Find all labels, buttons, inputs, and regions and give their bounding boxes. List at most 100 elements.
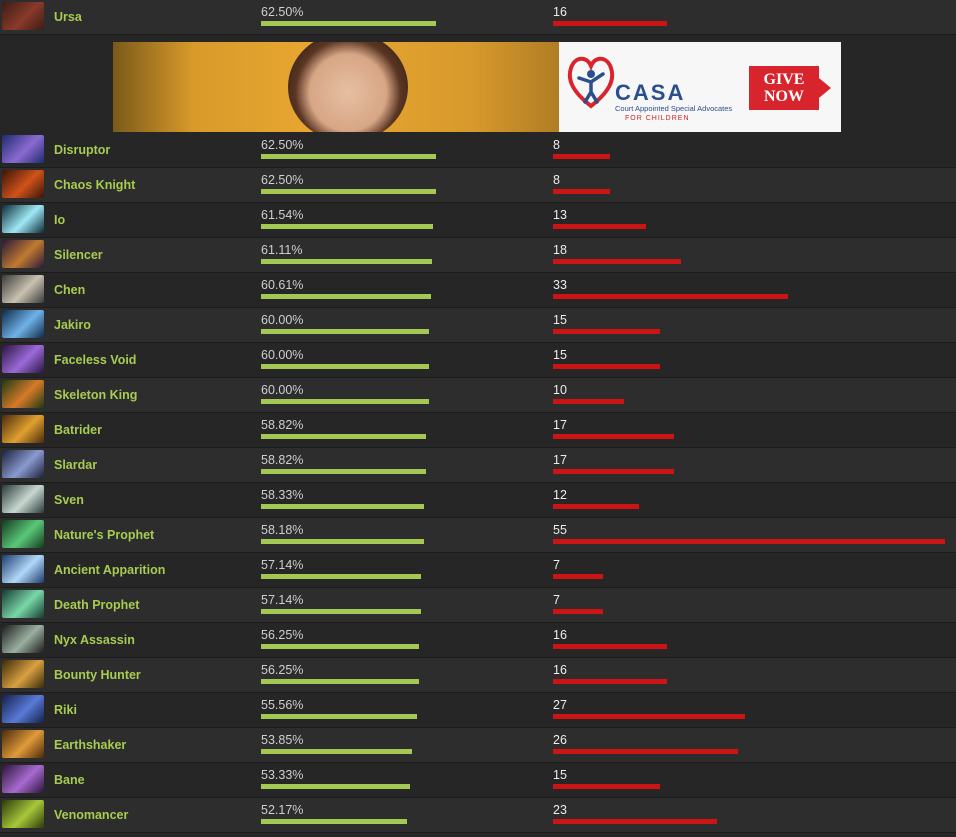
- matches-bar: [553, 609, 603, 614]
- matches-value: 7: [553, 593, 560, 607]
- win-rate-bar: [261, 294, 431, 299]
- hero-name-link[interactable]: Jakiro: [54, 308, 91, 343]
- win-rate-value: 55.56%: [261, 698, 304, 712]
- ursa-portrait-icon[interactable]: [2, 2, 44, 30]
- matches-value: 55: [553, 523, 567, 537]
- natures-prophet-portrait-icon[interactable]: [2, 520, 44, 548]
- matches-bar: [553, 749, 738, 754]
- hero-name-link[interactable]: Faceless Void: [54, 343, 136, 378]
- riki-portrait-icon[interactable]: [2, 695, 44, 723]
- silencer-portrait-icon[interactable]: [2, 240, 44, 268]
- hero-row-17: Riki 55.56% 27: [0, 693, 956, 728]
- chen-portrait-icon[interactable]: [2, 275, 44, 303]
- win-rate-value: 60.00%: [261, 313, 304, 327]
- give-now-button[interactable]: GIVE NOW: [749, 66, 819, 110]
- matches-value: 27: [553, 698, 567, 712]
- hero-name-link[interactable]: Nyx Assassin: [54, 623, 135, 658]
- win-rate-value: 62.50%: [261, 173, 304, 187]
- chaos-knight-portrait-icon[interactable]: [2, 170, 44, 198]
- matches-value: 16: [553, 663, 567, 677]
- bane-portrait-icon[interactable]: [2, 765, 44, 793]
- win-rate-bar: [261, 644, 419, 649]
- disruptor-portrait-icon[interactable]: [2, 135, 44, 163]
- win-rate-bar: [261, 189, 436, 194]
- io-portrait-icon[interactable]: [2, 205, 44, 233]
- hero-name-link[interactable]: Disruptor: [54, 133, 110, 168]
- hero-name-link[interactable]: Sven: [54, 483, 84, 518]
- matches-value: 15: [553, 768, 567, 782]
- hero-name-link[interactable]: Earthshaker: [54, 728, 126, 763]
- win-rate-value: 61.11%: [261, 243, 303, 257]
- ad-photo: [113, 42, 559, 132]
- batrider-portrait-icon[interactable]: [2, 415, 44, 443]
- win-rate-bar: [261, 539, 424, 544]
- win-rate-bar: [261, 749, 412, 754]
- hero-row-14: Death Prophet 57.14% 7: [0, 588, 956, 623]
- matches-bar: [553, 399, 624, 404]
- matches-value: 12: [553, 488, 567, 502]
- matches-value: 23: [553, 803, 567, 817]
- hero-name-link[interactable]: Batrider: [54, 413, 102, 448]
- matches-bar: [553, 21, 667, 26]
- hero-name-link[interactable]: Death Prophet: [54, 588, 139, 623]
- win-rate-bar: [261, 259, 432, 264]
- slardar-portrait-icon[interactable]: [2, 450, 44, 478]
- hero-row-11: Sven 58.33% 12: [0, 483, 956, 518]
- hero-name-link[interactable]: Nature's Prophet: [54, 518, 154, 553]
- give-now-line2: NOW: [764, 88, 804, 105]
- hero-row-19: Bane 53.33% 15: [0, 763, 956, 798]
- hero-row-10: Slardar 58.82% 17: [0, 448, 956, 483]
- win-rate-bar: [261, 819, 407, 824]
- faceless-void-portrait-icon[interactable]: [2, 345, 44, 373]
- hero-name-link[interactable]: Skeleton King: [54, 378, 137, 413]
- win-rate-bar: [261, 21, 436, 26]
- arrow-right-icon: [819, 78, 831, 98]
- hero-stats-table: Ursa 62.50% 16 CASA Court Appointed Spec…: [0, 0, 956, 833]
- skeleton-king-portrait-icon[interactable]: [2, 380, 44, 408]
- matches-bar: [553, 714, 745, 719]
- matches-value: 33: [553, 278, 567, 292]
- hero-name-link[interactable]: Slardar: [54, 448, 97, 483]
- matches-value: 10: [553, 383, 567, 397]
- venomancer-portrait-icon[interactable]: [2, 800, 44, 828]
- hero-row-6: Jakiro 60.00% 15: [0, 308, 956, 343]
- hero-row-5: Chen 60.61% 33: [0, 273, 956, 308]
- win-rate-bar: [261, 364, 429, 369]
- ancient-apparition-portrait-icon[interactable]: [2, 555, 44, 583]
- win-rate-bar: [261, 434, 426, 439]
- win-rate-value: 58.33%: [261, 488, 304, 502]
- hero-name-link[interactable]: Chen: [54, 273, 85, 308]
- win-rate-bar: [261, 224, 433, 229]
- hero-name-link[interactable]: Bane: [54, 763, 85, 798]
- win-rate-value: 62.50%: [261, 5, 304, 19]
- win-rate-value: 57.14%: [261, 593, 304, 607]
- bounty-hunter-portrait-icon[interactable]: [2, 660, 44, 688]
- matches-bar: [553, 434, 674, 439]
- hero-row-4: Silencer 61.11% 18: [0, 238, 956, 273]
- hero-name-link[interactable]: Riki: [54, 693, 77, 728]
- sven-portrait-icon[interactable]: [2, 485, 44, 513]
- earthshaker-portrait-icon[interactable]: [2, 730, 44, 758]
- win-rate-value: 52.17%: [261, 803, 304, 817]
- death-prophet-portrait-icon[interactable]: [2, 590, 44, 618]
- nyx-assassin-portrait-icon[interactable]: [2, 625, 44, 653]
- casa-ad-banner[interactable]: CASA Court Appointed Special Advocates F…: [113, 42, 841, 132]
- win-rate-value: 61.54%: [261, 208, 304, 222]
- hero-row-1: Disruptor 62.50% 8: [0, 133, 956, 168]
- hero-name-link[interactable]: Venomancer: [54, 798, 128, 833]
- matches-bar: [553, 329, 660, 334]
- casa-heart-logo-icon: [567, 56, 615, 109]
- matches-bar: [553, 574, 603, 579]
- hero-name-link[interactable]: Ancient Apparition: [54, 553, 165, 588]
- matches-value: 8: [553, 173, 560, 187]
- hero-name-link[interactable]: Ursa: [54, 0, 82, 35]
- matches-bar: [553, 679, 667, 684]
- hero-name-link[interactable]: Io: [54, 203, 65, 238]
- matches-bar: [553, 469, 674, 474]
- hero-name-link[interactable]: Silencer: [54, 238, 103, 273]
- jakiro-portrait-icon[interactable]: [2, 310, 44, 338]
- hero-name-link[interactable]: Chaos Knight: [54, 168, 135, 203]
- matches-value: 15: [553, 348, 567, 362]
- hero-name-link[interactable]: Bounty Hunter: [54, 658, 141, 693]
- hero-row-2: Chaos Knight 62.50% 8: [0, 168, 956, 203]
